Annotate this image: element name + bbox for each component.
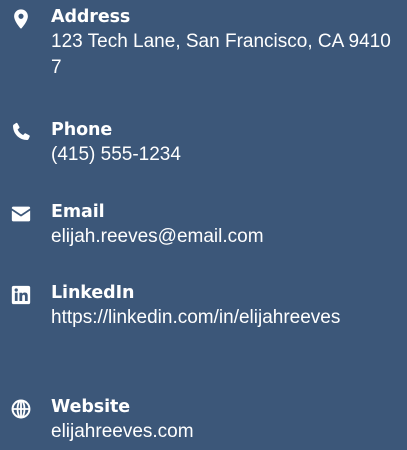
contact-item-text: Phone (415) 555-1234 — [51, 119, 401, 168]
envelope-icon — [10, 203, 32, 225]
address-value: 123 Tech Lane, San Francisco, CA 94107 — [51, 31, 391, 78]
map-marker-icon — [10, 8, 32, 30]
linkedin-value[interactable]: https://linkedin.com/in/elijahreeves — [51, 305, 401, 331]
website-value[interactable]: elijahreeves.com — [51, 419, 401, 445]
contact-list: Address 123 Tech Lane, San Francisco, CA… — [0, 0, 407, 450]
contact-item-text: Email elijah.reeves@email.com — [51, 201, 401, 250]
phone-value[interactable]: (415) 555-1234 — [51, 142, 401, 168]
address-label: Address — [51, 7, 131, 27]
phone-label: Phone — [51, 120, 113, 140]
linkedin-label: LinkedIn — [51, 283, 135, 303]
phone-icon — [10, 121, 32, 143]
linkedin-icon — [10, 284, 32, 306]
email-label: Email — [51, 202, 105, 222]
contact-item-text: Website elijahreeves.com — [51, 396, 401, 445]
globe-icon — [10, 398, 32, 420]
email-value[interactable]: elijah.reeves@email.com — [51, 224, 401, 250]
contact-item-text: Address 123 Tech Lane, San Francisco, CA… — [51, 6, 401, 81]
website-label: Website — [51, 397, 131, 417]
contact-item-text: LinkedIn https://linkedin.com/in/elijahr… — [51, 282, 401, 331]
